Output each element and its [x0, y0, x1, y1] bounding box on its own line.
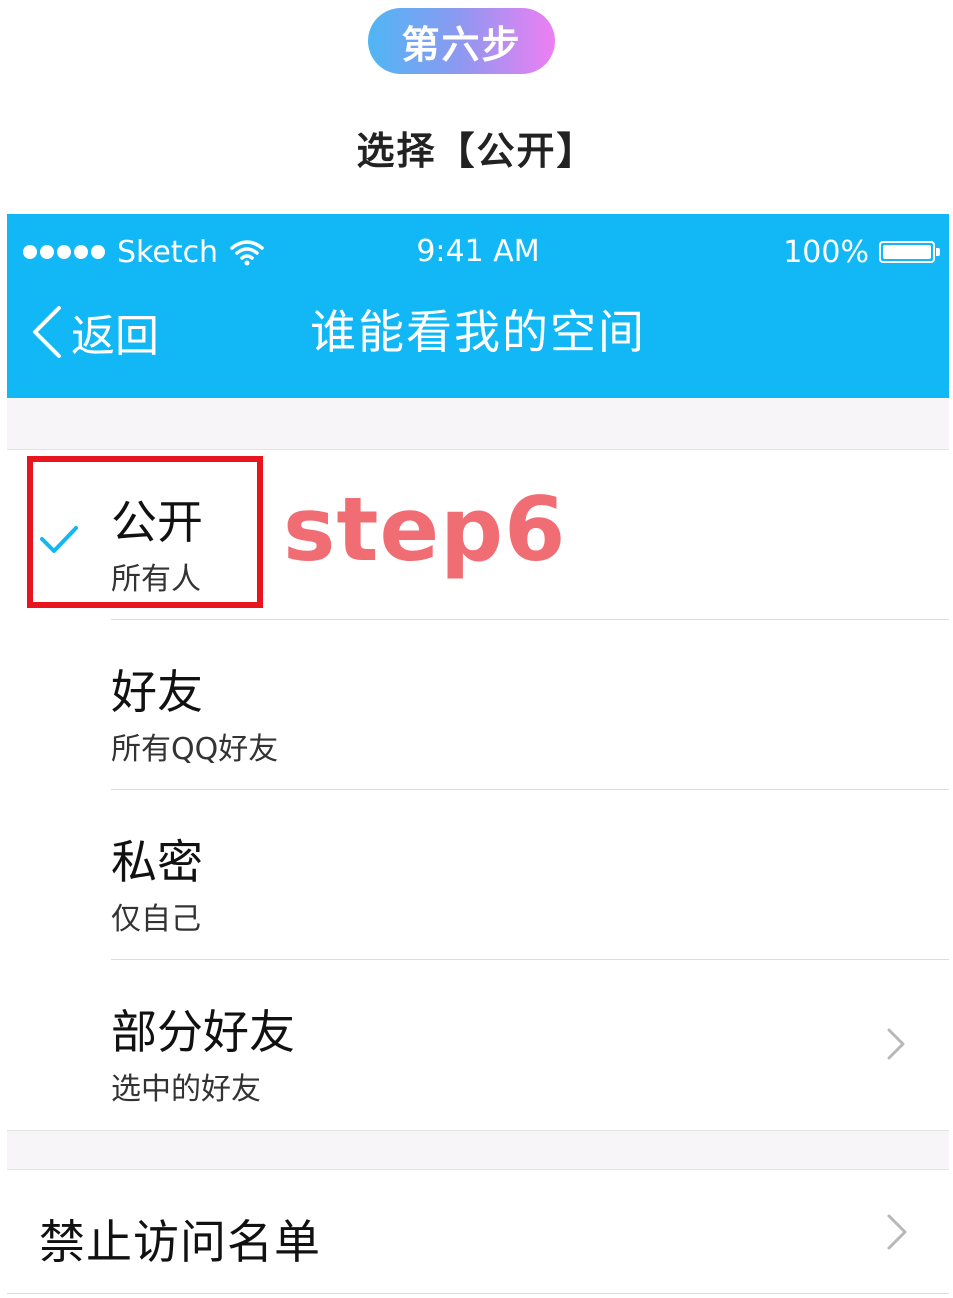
step-annotation: step6 [283, 478, 567, 581]
blocklist-row[interactable]: 禁止访问名单 [7, 1170, 949, 1294]
visibility-options-list: 公开 所有人 step6 好友 所有QQ好友 私密 仅自己 部分好友 选中的好友 [7, 450, 949, 1130]
chevron-right-icon [887, 1028, 905, 1060]
instruction-text: 选择【公开】 [356, 129, 597, 173]
option-title: 好友 [111, 665, 203, 719]
option-subtitle: 选中的好友 [111, 1072, 261, 1107]
option-subtitle: 所有QQ好友 [111, 732, 279, 767]
status-bar-right: 100% [783, 232, 940, 272]
step-badge: 第六步 [368, 8, 555, 74]
section-spacer [7, 398, 949, 450]
navigation-bar: Sketch 9:41 AM 100% 返回 谁能看我的空间 [7, 214, 949, 398]
highlight-box [27, 456, 263, 608]
page-title: 谁能看我的空间 [310, 305, 646, 359]
blocklist-label: 禁止访问名单 [39, 1215, 321, 1269]
option-some-friends[interactable]: 部分好友 选中的好友 [7, 960, 949, 1130]
option-title: 部分好友 [111, 1005, 295, 1059]
battery-icon [879, 241, 940, 263]
option-public[interactable]: 公开 所有人 step6 [7, 450, 949, 620]
battery-percent: 100% [783, 234, 869, 270]
option-friends[interactable]: 好友 所有QQ好友 [7, 620, 949, 790]
option-private[interactable]: 私密 仅自己 [7, 790, 949, 960]
option-subtitle: 仅自己 [111, 902, 201, 937]
chevron-right-icon [887, 1214, 907, 1250]
option-title: 私密 [111, 835, 203, 889]
phone-screen: Sketch 9:41 AM 100% 返回 谁能看我的空间 公开 所有人 st… [7, 214, 949, 1298]
section-spacer [7, 1130, 949, 1170]
